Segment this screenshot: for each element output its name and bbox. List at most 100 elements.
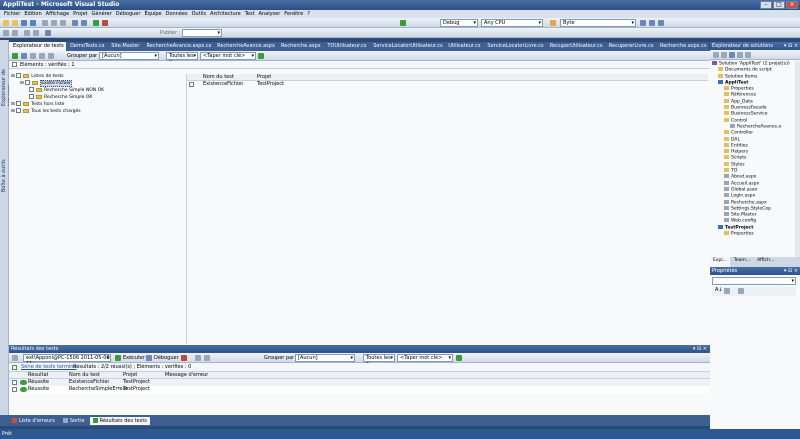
undo-icon[interactable] [72, 20, 78, 26]
document-tab[interactable]: RecupererLivre.cs [605, 42, 656, 51]
test-tree-node[interactable]: Recherche Simple OK [11, 94, 181, 101]
debug-button[interactable]: Déboguer [154, 355, 179, 361]
test-tree-node[interactable]: ⊟ Tous les tests chargés [11, 108, 181, 115]
redo-icon[interactable] [81, 20, 87, 26]
run-tests-icon[interactable] [12, 53, 18, 59]
test-tree-node[interactable]: ⊟ Listes de tests [11, 73, 181, 80]
col-result[interactable]: Résultat [28, 372, 48, 378]
stop-run-icon[interactable] [181, 355, 187, 361]
configuration-combo[interactable]: Debug [440, 19, 478, 27]
property-pages-icon[interactable] [738, 288, 744, 294]
platform-combo[interactable]: Any CPU [481, 19, 543, 27]
properties-sol-icon[interactable] [713, 52, 719, 58]
results-columns-combo[interactable]: Toutes les c [363, 354, 395, 367]
filter-icon[interactable] [30, 53, 36, 59]
bottom-tab[interactable]: Sortie [60, 417, 88, 425]
solution-panel-tab[interactable]: Expl... [710, 257, 730, 267]
document-tab[interactable]: Recherche.aspx [277, 42, 323, 51]
view-code-icon[interactable] [737, 52, 743, 58]
document-tab[interactable]: Utilisateur.cs [444, 42, 483, 51]
export-icon[interactable] [204, 355, 210, 361]
col-project[interactable]: Projet [123, 372, 137, 378]
menu-item[interactable]: Fichier [2, 11, 22, 17]
menu-item[interactable]: Données [164, 11, 190, 17]
menu-item[interactable]: Test [243, 11, 257, 17]
execute-button[interactable]: Exécuter [123, 355, 145, 361]
properties-pin-icon[interactable]: ▾ ⊟ × [784, 267, 798, 275]
copy-icon[interactable] [51, 20, 57, 26]
find-combo[interactable]: Byte [560, 19, 636, 27]
tree-checkbox[interactable] [16, 108, 22, 113]
result-checkbox[interactable] [12, 387, 17, 393]
indent-icon[interactable] [24, 30, 30, 36]
properties-object-combo[interactable] [712, 277, 796, 285]
tree-checkbox[interactable] [29, 87, 34, 92]
group-by-combo[interactable]: [Aucun] [99, 52, 159, 60]
open-icon[interactable] [12, 20, 18, 26]
categorized-icon[interactable] [724, 288, 730, 294]
save-all-icon[interactable] [30, 20, 36, 26]
col-test-name[interactable]: Nom du test [69, 372, 100, 378]
close-button[interactable]: × [786, 1, 798, 9]
search-field[interactable]: <Taper mot clé> [200, 52, 256, 60]
test-tree-node[interactable]: ⊟ Existe Fichier [11, 80, 181, 87]
menu-item[interactable]: ? [305, 11, 312, 17]
maximize-button[interactable]: □ [773, 1, 785, 9]
save-icon[interactable] [21, 20, 27, 26]
tree-checkbox[interactable] [25, 80, 31, 85]
solution-explorer-icon[interactable] [640, 20, 646, 26]
tree-checkbox[interactable] [29, 94, 34, 99]
view-designer-icon[interactable] [745, 52, 751, 58]
minimize-button[interactable]: – [760, 1, 772, 9]
solution-panel-tab[interactable]: Team... [731, 257, 753, 267]
menu-item[interactable]: Affichage [44, 11, 72, 17]
refresh-icon[interactable] [21, 53, 27, 59]
document-tab[interactable]: Recherche.aspx.cs [656, 42, 709, 51]
execute-icon[interactable] [115, 355, 121, 361]
menu-item[interactable]: Projet [71, 11, 89, 17]
solution-panel-tab[interactable]: Affich... [754, 257, 777, 267]
outdent-icon[interactable] [33, 30, 39, 36]
solution-tree-item[interactable]: Properties [711, 231, 793, 237]
menu-item[interactable]: Architecture [208, 11, 243, 17]
bookmark-icon[interactable] [45, 30, 51, 36]
properties-icon[interactable] [649, 20, 655, 26]
cut-icon[interactable] [42, 20, 48, 26]
paste-icon[interactable] [60, 20, 66, 26]
result-row[interactable]: Réussite ExistenceFichier TestProject [9, 379, 710, 386]
document-tab[interactable]: RechercheAvance.aspx.cs [143, 42, 214, 51]
comment-icon[interactable] [3, 30, 9, 36]
publish-combo[interactable] [182, 29, 222, 37]
bottom-tab[interactable]: Liste d'erreurs [9, 417, 58, 425]
test-grid-row[interactable]: ExistenceFichier TestProject [187, 81, 708, 88]
menu-item[interactable]: Équipe [142, 11, 163, 17]
columns-combo[interactable]: Toutes les c [166, 52, 198, 65]
menu-item[interactable]: Fenêtre [282, 11, 305, 17]
document-tab[interactable]: ServiceLocatorUtilisateur.cs [369, 42, 444, 51]
run-icon[interactable] [400, 20, 406, 26]
close-panel-icon[interactable]: ▾ ⊟ × [693, 345, 707, 353]
go-search-icon[interactable] [258, 53, 264, 59]
row-checkbox[interactable] [189, 82, 194, 88]
tree-checkbox[interactable] [16, 101, 22, 106]
column-header-name[interactable]: Nom du test [203, 74, 234, 80]
document-tab[interactable]: RecuperUtilisateur.cs [546, 42, 605, 51]
result-row[interactable]: Réussite RechercheSimpleErreur TestProject [9, 386, 710, 393]
column-header-project[interactable]: Projet [257, 74, 271, 80]
col-error-message[interactable]: Message d'erreur [165, 372, 208, 378]
document-tab[interactable]: Explorateur de tests [9, 42, 67, 51]
tree-checkbox[interactable] [16, 73, 22, 78]
show-all-icon[interactable] [721, 52, 727, 58]
menu-item[interactable]: Déboguer [114, 11, 143, 17]
start-debug-icon[interactable] [93, 20, 99, 26]
menu-item[interactable]: Analyser [257, 11, 283, 17]
document-tab[interactable]: Site.Master [107, 42, 142, 51]
menu-item[interactable]: Outils [190, 11, 208, 17]
toolbox-icon[interactable] [658, 20, 664, 26]
debug-icon[interactable] [146, 355, 152, 361]
test-tree-node[interactable]: ⊟ Tests hors liste [11, 101, 181, 108]
delete-icon[interactable] [48, 53, 54, 59]
document-tab[interactable]: DemoTests.cs [66, 42, 107, 51]
solution-scrollbar[interactable] [795, 61, 800, 257]
bottom-tab[interactable]: Résultats des tests [89, 416, 150, 425]
